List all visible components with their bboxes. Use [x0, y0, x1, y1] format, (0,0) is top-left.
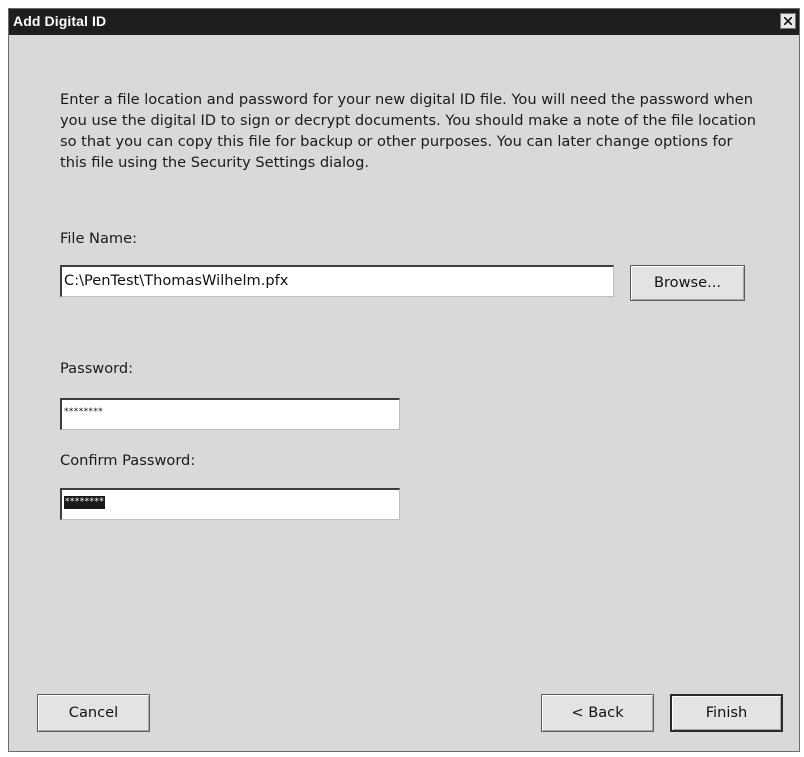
close-icon: [784, 17, 792, 25]
browse-button-label: Browse...: [653, 274, 722, 291]
file-name-value: C:\PenTest\ThomasWilhelm.pfx: [64, 272, 289, 289]
password-value: ********: [64, 407, 104, 417]
browse-button[interactable]: Browse...: [630, 265, 745, 301]
confirm-password-label: Confirm Password:: [60, 452, 196, 469]
instructions-text: Enter a file location and password for y…: [60, 91, 757, 171]
add-digital-id-dialog: Add Digital ID Enter a file location and…: [8, 8, 800, 752]
password-input[interactable]: ********: [60, 398, 400, 430]
cancel-button[interactable]: Cancel: [37, 694, 150, 732]
back-button-label: < Back: [571, 704, 624, 721]
password-label: Password:: [60, 360, 134, 377]
confirm-password-value: ********: [64, 496, 106, 509]
file-name-label: File Name:: [60, 230, 138, 247]
cancel-button-label: Cancel: [68, 704, 119, 721]
back-button[interactable]: < Back: [541, 694, 654, 732]
file-name-input[interactable]: C:\PenTest\ThomasWilhelm.pfx: [60, 265, 614, 297]
window-title: Add Digital ID: [13, 13, 107, 29]
finish-button-label: Finish: [705, 704, 748, 721]
close-button[interactable]: [780, 13, 796, 29]
title-bar[interactable]: Add Digital ID: [9, 9, 799, 35]
confirm-password-input[interactable]: ********: [60, 488, 400, 520]
finish-button[interactable]: Finish: [670, 694, 783, 732]
